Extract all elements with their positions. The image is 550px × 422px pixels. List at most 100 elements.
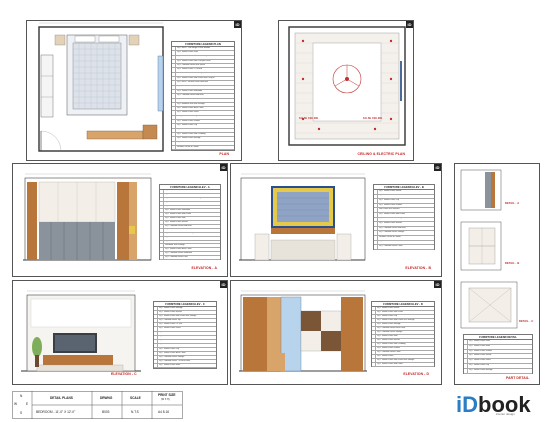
compass-s: S: [20, 411, 23, 415]
legend-item-label: Study Desk With Storage: [177, 115, 199, 118]
elevation-b-panel: iD FURNITURE LEGEND ELEV - B Ply + Venee…: [230, 163, 442, 277]
detail-c-label: DETAIL - C: [519, 320, 534, 323]
legend-item-label: Ply + Veneer Finish Side Table: [377, 363, 403, 365]
legend-item-label: Ply + Veneer Finish With Lacquer Finish: [177, 59, 211, 62]
legend-item-label: Ply + Veneer Finish Panel: [177, 111, 199, 114]
legend-item-label: Ply + Laminate Finish Top: [159, 319, 181, 321]
legend-item-label: Ply + MDF + Veneer Finish Side Wall: [177, 81, 209, 84]
compass-n: N: [20, 394, 23, 398]
elevation-c-panel: iD FURNITURE LEGEND ELEV - C Ply + Venee…: [12, 280, 228, 385]
ceiling-label-b: FALSE CEILING: [363, 117, 383, 120]
legend-item-label: Ply + Veneer Finish Drawer: [177, 120, 200, 122]
legend-item-label: Ply + Veneer Finish Drawer: [469, 349, 492, 352]
legend-item-label: Ply + Laminate Finish Panel: [379, 245, 403, 247]
legend-item-label: Wall Panel With Shelves: [379, 208, 400, 211]
details-title: PART DETAIL: [505, 376, 529, 380]
legend-item-label: Ply + Veneer Finish Door: [469, 340, 490, 342]
ceiling-title: CEILING & ELECTRIC PLAN: [357, 152, 405, 156]
legend-item-label: Ply + Veneer Finish Storage: [377, 323, 401, 325]
legend-item-label: Ply + Veneer Finish Shelf: [177, 128, 199, 131]
print-size-value: A4 8.16: [158, 410, 169, 414]
legend-row: Ply + Veneer Finish Side Table: [372, 363, 434, 367]
legend-item-label: Ply + Veneer Finish Drawer: [379, 203, 402, 206]
elevation-a-legend: FURNITURE LEGEND ELEV - A Ply + Veneer F…: [159, 184, 221, 261]
legend-item-label: Ply + Laminate Finish Storage: [377, 331, 403, 333]
ceiling-panel: iD FALSE CEILING FALSE CEILING CEILING &…: [278, 20, 414, 161]
legend-item-label: Ply + Veneer Finish Shelf: [159, 364, 181, 366]
legend-item-label: Ply + Veneer Finish Wall Panel: [377, 311, 403, 313]
legend-item-label: Ply + Veneer Finish Storage: [379, 217, 403, 220]
legend-item-label: Ply + Veneer Finish: [377, 355, 394, 357]
ceiling-drawing: [288, 26, 406, 146]
elevation-b-legend: FURNITURE LEGEND ELEV - B Ply + Veneer F…: [373, 184, 435, 250]
legend-item-label: Ply + Laminate Finish Panel: [165, 228, 189, 231]
legend-item-label: Ply + Veneer Finish Wall Panel With Stor…: [159, 315, 197, 317]
legend-item-label: Ply + Veneer Finish Wardrobe: [165, 209, 191, 211]
legend-item-label: Ply + Veneer Finish Side Table: [177, 141, 203, 144]
drawing-sheet: iD FURNITURE LEGEND PLAN Ply + MDF + Oak…: [0, 0, 550, 422]
legend-item-label: Ply + Veneer Finish Top: [469, 363, 489, 366]
plan-title: PLAN: [219, 152, 229, 156]
legend-item-label: Ply + Veneer Finish Wall Cladding: [165, 232, 194, 235]
title-block: N W E S DETAIL PLANS DRWNG SCALE PRINT S…: [12, 391, 212, 419]
elevation-d-legend-rows: Ply + Veneer Finish Frame Ply + Veneer Fi…: [372, 307, 434, 367]
legend-item-label: Ply + Laminate Finish TV Back Panel: [159, 360, 191, 362]
legend-item-label: Ply + Veneer Finish Side Panel: [379, 212, 406, 215]
legend-item-label: Ply + Laminate Finish Back Panel: [377, 327, 406, 329]
elevation-d-panel: iD FURNITURE LEGEND ELEV - D Ply + Venee…: [230, 280, 442, 385]
legend-item-label: Ply + Laminate Finish Wall Panel: [165, 236, 193, 239]
legend-item-label: Ply + Veneer Finish Back Panel: [165, 248, 192, 250]
legend-item-label: Ply + Veneer Finish Storage: [177, 137, 201, 139]
compass-e: E: [26, 402, 29, 406]
legend-item-label: Ply + Veneer Finish Wall: [159, 331, 180, 334]
ceiling-label-a: FALSE CEILING: [299, 117, 319, 120]
legend-item-label: Ply + Veneer Finish Drawer: [377, 347, 400, 349]
brand-prefix: iD: [456, 392, 478, 417]
detail-a-label: DETAIL - A: [505, 202, 520, 205]
legend-item-label: Ply + Veneer Finish Wall: [165, 217, 186, 219]
legend-item-label: Ply + Veneer Finish Top: [159, 347, 179, 350]
legend-item-label: Ply + Veneer Finish: [177, 98, 194, 101]
print-size-label: PRINT SIZE: [158, 393, 176, 397]
details-legend: FURNITURE LEGEND DETAIL Ply + Veneer Fin…: [463, 334, 533, 374]
legend-row: Ply + Laminate Finish Door: [160, 256, 220, 261]
idbook-brand-logo: iD book interior design: [456, 392, 536, 417]
print-size-sub: (W X H): [161, 398, 170, 401]
legend-item-label: Ply + Veneer Finish Frame: [165, 205, 188, 208]
elevation-a-legend-rows: Ply + Veneer Finish Door Ply + Veneer Fin…: [160, 190, 220, 261]
legend-item-label: Ply + Laminate Finish Matt Finish: [177, 64, 205, 66]
legend-item-label: Ply + Veneer Finish Bedside Unit: [177, 85, 205, 88]
legend-item-label: Ply + Veneer Finish Top: [379, 199, 399, 202]
legend-item-label: Ply + Laminate Finish Door: [165, 256, 188, 258]
legend-item-label: Ply + Veneer Finish Panel: [469, 359, 491, 362]
details-legend-rows: Ply + Veneer Finish Door Ply + Veneer Fin…: [464, 340, 532, 374]
legend-item-label: Wardrobe With Storage: [165, 244, 185, 246]
compass-w: W: [14, 402, 18, 406]
legend-item-label: Ply + Veneer Finish Frame: [377, 307, 400, 309]
elevation-a-panel: iD FURNITURE LEGEND ELEV - A Ply + Venee…: [12, 163, 228, 277]
legend-item-label: Ply + Veneer Finish Bed Base: [165, 240, 191, 243]
legend-row: Ply + Veneer Finish Storage: [464, 368, 532, 374]
legend-item-label: Ply + Veneer Finish Drawer: [159, 335, 182, 338]
legend-item-label: Ply + Laminate Finish Wardrobe: [165, 252, 192, 254]
legend-item-label: Ply + Veneer Finish Top: [177, 124, 197, 127]
scale-label: SCALE: [130, 396, 141, 400]
legend-item-label: Ply + Laminate Finish Storage: [379, 231, 405, 234]
legend-item-label: Ply + Veneer Finish Top: [377, 315, 397, 317]
drawing-label: DRWNG: [100, 396, 113, 400]
legend-item-label: Ply + Veneer Finish Frame: [379, 190, 402, 192]
drawing-number: B003: [102, 410, 110, 414]
legend-item-label: Ply + Laminate Finish Bed Back: [165, 225, 192, 227]
elevation-c-legend-rows: Ply + Veneer Finish Storage Ply + Veneer …: [154, 307, 216, 369]
legend-item-label: Furniture Frames With Storage: [177, 72, 203, 75]
detail-plans-label: DETAIL PLANS: [50, 396, 73, 400]
elevation-c-title: ELEVATION - C: [111, 372, 137, 376]
legend-item-label: Ply + Veneer Finish Bed Back: [165, 193, 190, 196]
brand-tagline: interior design: [496, 412, 515, 416]
legend-item-label: Ply + Veneer Finish Shutter: [377, 339, 400, 341]
legend-item-label: Ply + Veneer Finish Storage: [159, 307, 183, 309]
legend-item-label: Ply + Veneer Finish Frame: [159, 339, 182, 342]
detail-b-label: DETAIL - B: [505, 262, 520, 265]
legend-item-label: Ply + Mattress Wall With Storage: [177, 102, 205, 105]
elevation-a-title: ELEVATION - A: [191, 266, 217, 270]
